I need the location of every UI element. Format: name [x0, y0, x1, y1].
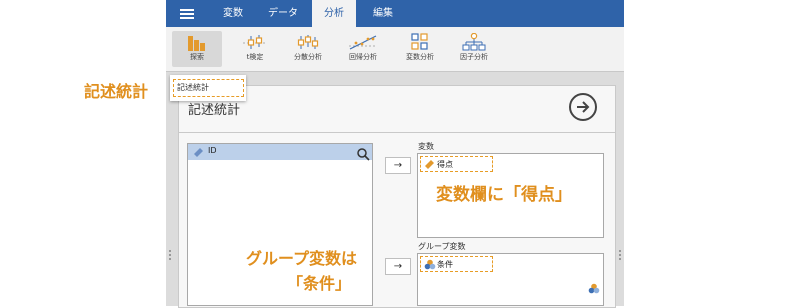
menu-item-descriptives[interactable]: 記述統計 — [173, 79, 244, 97]
group-variable-chip[interactable]: 条件 — [420, 256, 493, 272]
group-variables-label: グループ変数 — [418, 242, 466, 251]
callout-variables: 変数欄に「得点」 — [436, 185, 572, 205]
explore-button[interactable]: 探索 — [172, 31, 222, 67]
bar-chart-icon — [188, 36, 205, 51]
t-test-button[interactable]: t検定 — [230, 31, 280, 67]
tab-data[interactable]: データ — [262, 0, 304, 27]
t-test-label: t検定 — [246, 53, 264, 61]
factor-analysis-button[interactable]: 因子分析 — [449, 31, 499, 67]
ruler-icon — [425, 160, 434, 169]
analysis-ribbon: 探索 t検定 分散分析 回帰分析 変数分析 因子分析 — [166, 27, 624, 72]
regression-button[interactable]: 回帰分析 — [338, 31, 388, 67]
tab-analysis[interactable]: 分析 — [312, 0, 356, 27]
hamburger-menu-icon[interactable] — [180, 9, 194, 19]
go-button[interactable] — [569, 93, 597, 121]
list-item-label: ID — [208, 146, 217, 155]
grid-icon — [411, 33, 428, 50]
tab-variables[interactable]: 変数 — [216, 0, 250, 27]
menu-bar: 変数 データ 分析 編集 — [166, 0, 624, 27]
explore-label: 探索 — [190, 53, 204, 61]
move-to-group-button[interactable]: → — [385, 258, 411, 275]
search-icon[interactable] — [356, 146, 370, 161]
anova-icon — [297, 35, 319, 49]
variable-chip-label: 得点 — [437, 160, 453, 169]
nominal-icon — [424, 259, 436, 270]
move-to-variables-button[interactable]: → — [385, 157, 411, 174]
variable-analysis-button[interactable]: 変数分析 — [395, 31, 445, 67]
panel-title: 記述統計 — [188, 103, 241, 118]
group-variable-chip-label: 条件 — [437, 260, 453, 269]
callout-descriptives: 記述統計 — [84, 82, 149, 101]
factor-analysis-label: 因子分析 — [460, 53, 488, 61]
t-test-icon — [243, 35, 267, 49]
regression-icon — [349, 35, 377, 50]
anova-label: 分散分析 — [294, 53, 322, 61]
variable-analysis-label: 変数分析 — [406, 53, 434, 61]
arrow-right-icon — [577, 101, 590, 113]
factor-tree-icon — [462, 33, 486, 51]
ruler-icon — [194, 148, 203, 157]
analysis-dropdown: 記述統計 — [170, 75, 246, 101]
anova-button[interactable]: 分散分析 — [283, 31, 333, 67]
tab-edit[interactable]: 編集 — [364, 0, 402, 27]
list-item[interactable]: ID — [188, 144, 372, 160]
callout-group-line1: グループ変数は — [246, 249, 358, 268]
variable-chip[interactable]: 得点 — [420, 156, 493, 172]
left-resize-handle[interactable] — [169, 250, 171, 262]
regression-label: 回帰分析 — [349, 53, 377, 61]
nominal-type-icon — [588, 283, 600, 294]
panel-divider — [178, 132, 616, 133]
variables-label: 変数 — [418, 142, 434, 151]
right-resize-handle[interactable] — [619, 250, 621, 262]
callout-group-line2: 「条件」 — [287, 274, 352, 293]
